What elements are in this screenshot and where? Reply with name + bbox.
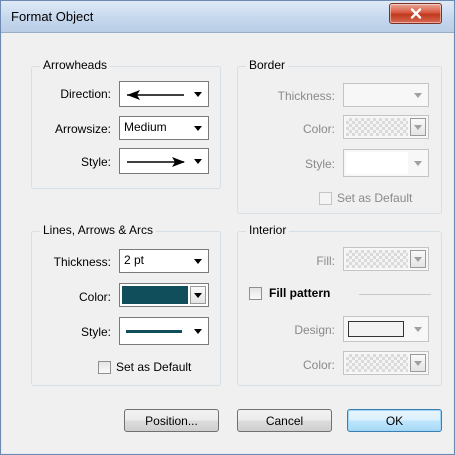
fill-pattern-checkbox[interactable] bbox=[249, 287, 262, 300]
border-group-title: Border bbox=[246, 58, 289, 72]
border-thickness-dropdown[interactable] bbox=[343, 83, 429, 107]
border-set-default-label: Set as Default bbox=[337, 191, 413, 205]
direction-dropdown[interactable] bbox=[119, 81, 209, 107]
line-style-preview bbox=[126, 330, 182, 333]
close-icon bbox=[410, 8, 421, 19]
close-button[interactable] bbox=[389, 3, 442, 24]
border-color-label: Color: bbox=[302, 122, 335, 136]
border-style-label: Style: bbox=[304, 157, 335, 171]
line-style-label: Style: bbox=[80, 325, 111, 339]
line-thickness-label: Thickness: bbox=[53, 255, 111, 269]
chevron-down-icon bbox=[414, 327, 422, 332]
style-preview-empty bbox=[346, 152, 408, 174]
line-style-dropdown[interactable] bbox=[119, 317, 209, 345]
position-button[interactable]: Position... bbox=[124, 409, 219, 432]
chevron-down-icon bbox=[194, 92, 202, 97]
border-style-dropdown[interactable] bbox=[343, 149, 429, 177]
fill-pattern-divider bbox=[359, 294, 431, 295]
arrow-style-dropdown[interactable] bbox=[119, 148, 209, 174]
design-dropdown[interactable] bbox=[343, 316, 429, 342]
chevron-down-icon bbox=[194, 329, 202, 334]
fill-color-picker[interactable] bbox=[343, 247, 429, 271]
lines-set-default-checkbox[interactable] bbox=[98, 361, 111, 374]
line-color-swatch bbox=[122, 286, 188, 304]
lines-set-default-label: Set as Default bbox=[116, 360, 192, 374]
chevron-down-icon bbox=[194, 126, 202, 131]
design-preview bbox=[348, 321, 404, 337]
chevron-down-icon bbox=[194, 259, 202, 264]
format-object-dialog: Format Object Arrowheads Direction: Arro… bbox=[0, 0, 455, 455]
color-swatch-empty bbox=[346, 250, 408, 268]
arrowsize-dropdown[interactable]: Medium bbox=[119, 116, 209, 140]
color-swatch-empty bbox=[346, 354, 408, 372]
dropdown-button[interactable] bbox=[410, 354, 426, 372]
dropdown-button[interactable] bbox=[190, 286, 206, 304]
chevron-down-icon bbox=[414, 93, 422, 98]
chevron-down-icon bbox=[414, 161, 422, 166]
line-thickness-dropdown[interactable]: 2 pt bbox=[119, 249, 209, 273]
dropdown-button[interactable] bbox=[410, 118, 426, 136]
chevron-down-icon bbox=[414, 361, 422, 366]
chevron-down-icon bbox=[194, 159, 202, 164]
border-thickness-label: Thickness: bbox=[277, 89, 335, 103]
ok-button[interactable]: OK bbox=[347, 409, 442, 432]
window-title: Format Object bbox=[11, 9, 94, 24]
color-swatch-empty bbox=[346, 118, 408, 136]
title-bar[interactable]: Format Object bbox=[1, 1, 454, 33]
interior-color-picker[interactable] bbox=[343, 351, 429, 375]
right-arrow-icon bbox=[127, 157, 185, 167]
interior-group-title: Interior bbox=[246, 223, 290, 237]
fill-label: Fill: bbox=[316, 254, 335, 268]
fill-pattern-label: Fill pattern bbox=[269, 286, 331, 300]
chevron-down-icon bbox=[194, 293, 202, 298]
line-color-picker[interactable] bbox=[119, 283, 209, 307]
lines-group-title: Lines, Arrows & Arcs bbox=[40, 223, 157, 237]
design-label: Design: bbox=[294, 323, 335, 337]
chevron-down-icon bbox=[414, 257, 422, 262]
border-set-default-checkbox[interactable] bbox=[319, 192, 332, 205]
dropdown-button[interactable] bbox=[410, 250, 426, 268]
chevron-down-icon bbox=[414, 125, 422, 130]
arrowsize-label: Arrowsize: bbox=[54, 122, 111, 136]
arrowsize-value: Medium bbox=[124, 120, 167, 134]
left-arrow-icon bbox=[127, 90, 184, 100]
arrow-style-label: Style: bbox=[80, 155, 111, 169]
direction-label: Direction: bbox=[60, 87, 111, 101]
cancel-button[interactable]: Cancel bbox=[237, 409, 332, 432]
border-color-picker[interactable] bbox=[343, 115, 429, 139]
line-color-label: Color: bbox=[78, 290, 111, 304]
interior-color-label: Color: bbox=[302, 358, 335, 372]
arrowheads-group-title: Arrowheads bbox=[40, 58, 111, 72]
line-thickness-value: 2 pt bbox=[124, 253, 145, 267]
